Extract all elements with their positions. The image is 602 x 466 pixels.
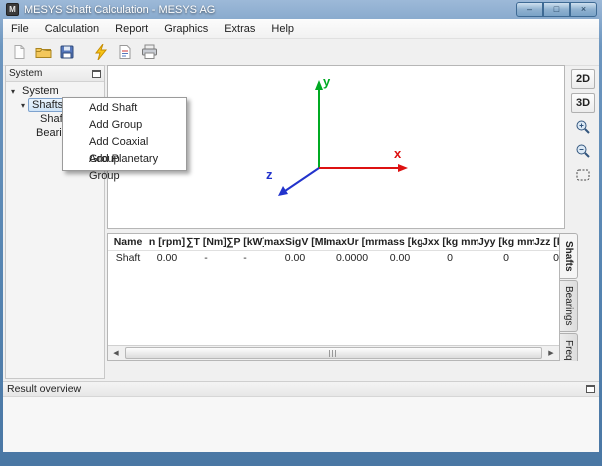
scrollbar-thumb[interactable]: [125, 347, 542, 359]
maximize-button[interactable]: □: [543, 2, 570, 17]
view-2d-button[interactable]: 2D: [571, 69, 595, 89]
printer-icon: [141, 44, 158, 60]
column-header[interactable]: maxSigV [MPa]: [264, 234, 326, 250]
scroll-left-icon[interactable]: ◀: [108, 346, 124, 360]
table-header-row: Name n [rpm] ∑T [Nm] ∑P [kW] maxSigV [MP…: [108, 234, 559, 251]
zoom-window-icon: [575, 167, 591, 183]
float-panel-icon[interactable]: [586, 385, 595, 393]
zoom-out-icon: [575, 143, 591, 159]
table-cell[interactable]: 0.00: [148, 251, 186, 266]
column-header[interactable]: ∑T [Nm]: [186, 234, 226, 250]
close-button[interactable]: ×: [570, 2, 597, 17]
table-cell[interactable]: 0: [422, 251, 478, 266]
system-panel-title: System: [9, 68, 92, 79]
main-toolbar: [3, 39, 599, 66]
table-cell[interactable]: 0: [478, 251, 534, 266]
context-menu-add-shaft[interactable]: Add Shaft: [63, 100, 186, 117]
zoom-in-icon: [575, 119, 591, 135]
tree-item-label[interactable]: System: [18, 84, 63, 98]
scroll-right-icon[interactable]: ▶: [543, 346, 559, 360]
save-floppy-icon: [59, 44, 75, 60]
new-file-button[interactable]: [7, 40, 31, 64]
new-file-icon: [11, 44, 27, 60]
app-icon: M: [6, 3, 19, 16]
report-button[interactable]: [113, 40, 137, 64]
table-cell[interactable]: Shaft: [108, 251, 148, 266]
menu-file[interactable]: File: [3, 20, 37, 38]
app-window: M MESYS Shaft Calculation - MESYS AG – □…: [0, 0, 602, 466]
z-axis-label: z: [266, 167, 273, 182]
menu-bar: File Calculation Report Graphics Extras …: [3, 19, 599, 39]
table-row[interactable]: Shaft 0.00 - - 0.00 0.0000 0.00 0 0 0: [108, 251, 559, 266]
context-menu: Add Shaft Add Group Add Coaxial Group Ad…: [62, 97, 187, 171]
view-toolbar: 2D 3D: [569, 69, 597, 185]
column-header[interactable]: Jyy [kg mm²]: [478, 234, 534, 250]
tree-item-system[interactable]: ▾ System: [6, 84, 104, 98]
column-header[interactable]: maxUr [mm]: [326, 234, 378, 250]
view-3d-button[interactable]: 3D: [571, 93, 595, 113]
print-button[interactable]: [137, 40, 161, 64]
table-cell[interactable]: 0.0000: [326, 251, 378, 266]
result-overview-body: [3, 397, 599, 452]
save-button[interactable]: [55, 40, 79, 64]
tab-shafts[interactable]: Shafts: [560, 233, 578, 279]
context-menu-add-group[interactable]: Add Group: [63, 117, 186, 134]
minimize-button[interactable]: –: [516, 2, 543, 17]
result-overview-header: Result overview: [3, 381, 599, 397]
menu-help[interactable]: Help: [263, 20, 302, 38]
window-title: MESYS Shaft Calculation - MESYS AG: [24, 4, 516, 16]
table-cell[interactable]: -: [226, 251, 264, 266]
table-cell[interactable]: -: [186, 251, 226, 266]
side-tab-strip: Shafts Bearings Freque: [560, 233, 579, 361]
lightning-icon: [94, 44, 108, 60]
system-panel-header: System: [6, 66, 104, 82]
result-overview-title: Result overview: [7, 383, 586, 395]
y-axis-label: y: [323, 74, 331, 89]
zoom-window-button[interactable]: [571, 165, 595, 185]
shaft-table-panel: Name n [rpm] ∑T [Nm] ∑P [kW] maxSigV [MP…: [107, 233, 560, 361]
tab-bearings[interactable]: Bearings: [560, 280, 578, 332]
column-header[interactable]: ∑P [kW]: [226, 234, 264, 250]
float-panel-icon[interactable]: [92, 70, 101, 78]
open-folder-icon: [35, 44, 52, 60]
context-menu-add-coaxial-group[interactable]: Add Coaxial Group: [63, 134, 186, 151]
table-cell[interactable]: 0.00: [264, 251, 326, 266]
tree-expander-icon[interactable]: ▾: [18, 101, 28, 110]
horizontal-scrollbar[interactable]: ◀ ▶: [108, 345, 559, 360]
tab-frequencies[interactable]: Freque: [560, 333, 578, 361]
column-header[interactable]: Name: [108, 234, 148, 250]
column-header[interactable]: n [rpm]: [148, 234, 186, 250]
tree-expander-icon[interactable]: ▾: [8, 87, 18, 96]
scrollbar-grip-icon: [329, 350, 338, 357]
column-header[interactable]: mass [kg]: [378, 234, 422, 250]
open-file-button[interactable]: [31, 40, 55, 64]
column-header[interactable]: Jzz [kg mm²]: [534, 234, 560, 250]
menu-report[interactable]: Report: [107, 20, 156, 38]
table-cell[interactable]: 0: [534, 251, 560, 266]
column-header[interactable]: Jxx [kg mm²]: [422, 234, 478, 250]
report-page-icon: [117, 44, 133, 60]
client-area: File Calculation Report Graphics Extras …: [3, 19, 599, 452]
title-bar[interactable]: M MESYS Shaft Calculation - MESYS AG – □…: [3, 0, 599, 19]
zoom-out-button[interactable]: [571, 141, 595, 161]
context-menu-add-planetary-group[interactable]: Add Planetary Group: [63, 151, 186, 168]
menu-calculation[interactable]: Calculation: [37, 20, 107, 38]
menu-graphics[interactable]: Graphics: [156, 20, 216, 38]
table-cell[interactable]: 0.00: [378, 251, 422, 266]
calculate-button[interactable]: [89, 40, 113, 64]
zoom-in-button[interactable]: [571, 117, 595, 137]
x-axis-label: x: [394, 146, 402, 161]
menu-extras[interactable]: Extras: [216, 20, 263, 38]
